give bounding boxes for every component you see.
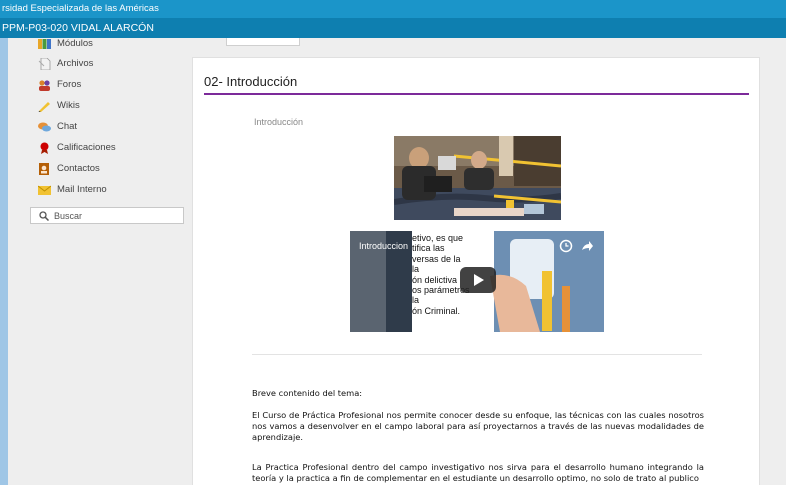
sidebar-item-calificaciones[interactable]: Calificaciones [8, 137, 188, 158]
clock-icon[interactable] [559, 239, 573, 253]
tab-stub[interactable] [226, 38, 300, 46]
sidebar-item-chat[interactable]: Chat [8, 116, 188, 137]
search-icon [39, 210, 49, 221]
content-panel: 02- Introducción Introducción etivo, es … [192, 57, 760, 485]
institution-name: rsidad Especializada de las Américas [2, 3, 159, 14]
sidebar-item-modulos[interactable]: Módulos [8, 38, 188, 53]
section-label: Introducción [254, 117, 304, 127]
play-button-icon[interactable] [460, 267, 496, 293]
sidebar-item-label: Chat [57, 121, 78, 132]
sidebar-item-wikis[interactable]: Wikis [8, 95, 188, 116]
sidebar-item-label: Mail Interno [57, 184, 107, 195]
sidebar-item-label: Foros [57, 79, 82, 90]
course-bar[interactable]: PPM-P03-020 VIDAL ALARCÓN [0, 18, 786, 38]
sidebar: Módulos Archivos Foros Wikis Chat Califi… [8, 38, 188, 485]
sidebar-item-contactos[interactable]: Contactos [8, 158, 188, 179]
modules-icon [38, 39, 51, 49]
files-icon [38, 57, 51, 70]
sidebar-item-label: Wikis [57, 100, 80, 111]
course-name: PPM-P03-020 VIDAL ALARCÓN [2, 22, 154, 34]
content-subtitle: Breve contenido del tema: [252, 388, 363, 398]
sidebar-item-label: Calificaciones [57, 142, 116, 153]
video-player[interactable]: etivo, es que tifica las versas de la la… [350, 231, 604, 332]
content-paragraph-2: La Practica Profesional dentro del campo… [252, 462, 704, 483]
video-title: Introduccion [359, 241, 409, 251]
chat-icon [38, 122, 51, 131]
sidebar-item-label: Archivos [57, 58, 94, 69]
content-paragraph-1: El Curso de Práctica Profesional nos per… [252, 410, 704, 442]
left-edge-strip [0, 0, 8, 485]
forums-icon [39, 79, 50, 91]
content-divider [252, 354, 702, 355]
grades-icon [40, 142, 49, 154]
contacts-icon [39, 162, 49, 175]
sidebar-item-archivos[interactable]: Archivos [8, 53, 188, 74]
mail-icon [38, 185, 51, 195]
page-title: 02- Introducción [204, 74, 298, 89]
sidebar-item-label: Contactos [57, 163, 100, 174]
title-underline [204, 93, 749, 95]
search-button[interactable]: Buscar [30, 207, 184, 224]
sidebar-item-label: Módulos [57, 38, 93, 49]
share-icon[interactable] [580, 239, 594, 253]
search-label: Buscar [54, 210, 83, 221]
crime-scene-photo [394, 136, 561, 220]
wiki-icon [38, 101, 50, 112]
sidebar-item-foros[interactable]: Foros [8, 74, 188, 95]
institution-bar: rsidad Especializada de las Américas [0, 0, 786, 18]
sidebar-item-mail-interno[interactable]: Mail Interno [8, 179, 188, 200]
